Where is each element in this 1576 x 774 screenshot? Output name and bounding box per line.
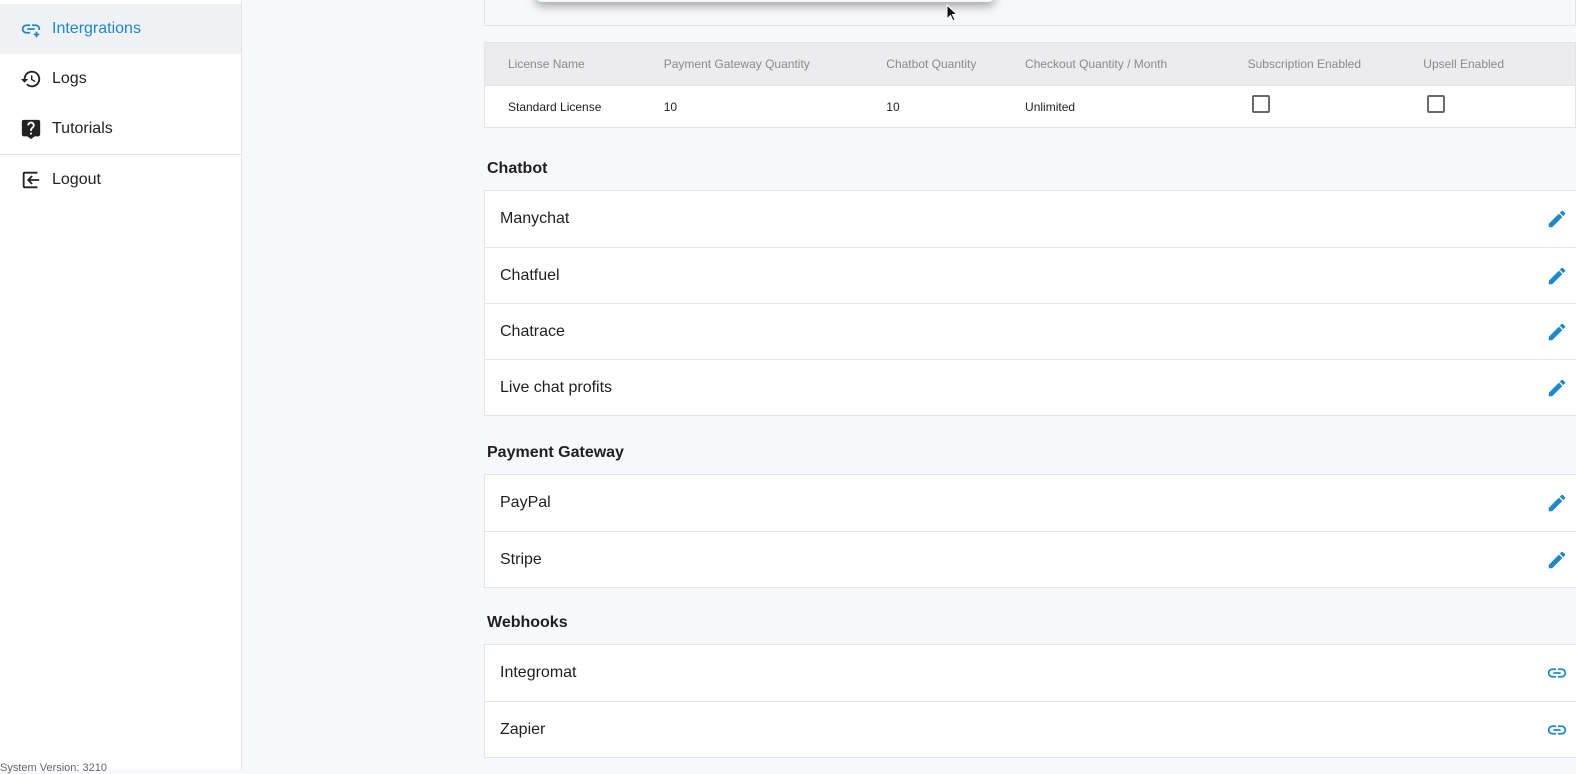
header-subscription-enabled: Subscription Enabled bbox=[1247, 57, 1362, 71]
integration-name: Live chat profits bbox=[500, 378, 613, 396]
integration-name: PayPal bbox=[500, 494, 551, 511]
section-title-webhooks: Webhooks bbox=[487, 614, 568, 631]
sidebar-item-tutorials[interactable]: Tutorials bbox=[0, 104, 241, 154]
webhooks-list: Integromat Zapier bbox=[484, 644, 1576, 758]
list-item: Live chat profits bbox=[485, 359, 1576, 415]
cell-subscription-enabled bbox=[1225, 95, 1401, 116]
list-item: Integromat bbox=[485, 645, 1576, 701]
list-item: PayPal bbox=[485, 475, 1576, 531]
license-table-header: License Name Payment Gateway Quantity Ch… bbox=[485, 43, 1575, 85]
payment-gateway-list: PayPal Stripe bbox=[484, 474, 1576, 588]
integration-name: Manychat bbox=[500, 210, 570, 227]
sidebar-item-logs[interactable]: Logs bbox=[0, 54, 241, 104]
cell-payment-gateway-qty: 10 bbox=[663, 99, 678, 114]
chatbot-list: Manychat Chatfuel Chatrace Live chat pro… bbox=[484, 190, 1576, 416]
list-item: Manychat bbox=[485, 191, 1576, 247]
list-item: Stripe bbox=[485, 531, 1576, 587]
pencil-icon[interactable] bbox=[1546, 377, 1568, 399]
pencil-icon[interactable] bbox=[1546, 549, 1568, 571]
integration-name: Integromat bbox=[500, 664, 577, 681]
help-chat-icon bbox=[20, 118, 42, 140]
history-icon bbox=[20, 68, 42, 90]
sidebar-item-integrations[interactable]: Intergrations bbox=[0, 4, 241, 54]
cell-license-name: Standard License bbox=[508, 99, 602, 114]
integration-name: Chatfuel bbox=[500, 266, 560, 284]
cell-chatbot-qty: 10 bbox=[886, 99, 900, 114]
section-title-chatbot: Chatbot bbox=[487, 160, 548, 177]
table-row: Standard License 10 10 Unlimited bbox=[485, 85, 1575, 127]
top-card bbox=[484, 0, 1576, 26]
pencil-icon[interactable] bbox=[1546, 321, 1568, 343]
list-item: Chatfuel bbox=[485, 247, 1576, 303]
link-icon[interactable] bbox=[1546, 662, 1568, 684]
pencil-icon[interactable] bbox=[1546, 208, 1568, 230]
pencil-icon[interactable] bbox=[1546, 492, 1568, 514]
sidebar-item-label: Tutorials bbox=[52, 120, 113, 137]
sidebar-item-label: Logout bbox=[52, 171, 101, 188]
link-plus-icon bbox=[20, 18, 42, 40]
header-chatbot-qty: Chatbot Quantity bbox=[886, 57, 977, 71]
cell-checkout-qty: Unlimited bbox=[1025, 99, 1076, 114]
upsell-enabled-checkbox[interactable] bbox=[1427, 95, 1446, 113]
integration-name: Chatrace bbox=[500, 322, 565, 340]
logout-icon bbox=[20, 169, 42, 191]
sidebar-item-label: Intergrations bbox=[52, 20, 141, 37]
header-payment-gateway-qty: Payment Gateway Quantity bbox=[663, 57, 810, 71]
integration-name: Stripe bbox=[500, 550, 542, 568]
header-license-name: License Name bbox=[508, 57, 585, 71]
header-checkout-qty: Checkout Quantity / Month bbox=[1025, 57, 1168, 71]
popup-shadow bbox=[535, 0, 995, 2]
cell-upsell-enabled bbox=[1400, 95, 1575, 116]
sidebar: Intergrations Logs Tutorials Logout Syst… bbox=[0, 0, 242, 774]
license-table: License Name Payment Gateway Quantity Ch… bbox=[484, 42, 1576, 128]
sidebar-item-label: Logs bbox=[52, 70, 87, 87]
list-item: Zapier bbox=[485, 701, 1576, 757]
system-version: System Version: 3210 bbox=[0, 762, 108, 774]
header-upsell-enabled: Upsell Enabled bbox=[1423, 57, 1505, 71]
section-title-payment-gateway: Payment Gateway bbox=[487, 444, 624, 461]
link-icon[interactable] bbox=[1546, 719, 1568, 741]
list-item: Chatrace bbox=[485, 303, 1576, 359]
integration-name: Zapier bbox=[500, 720, 546, 738]
pencil-icon[interactable] bbox=[1546, 265, 1568, 287]
sidebar-item-logout[interactable]: Logout bbox=[0, 155, 241, 205]
subscription-enabled-checkbox[interactable] bbox=[1251, 95, 1270, 113]
